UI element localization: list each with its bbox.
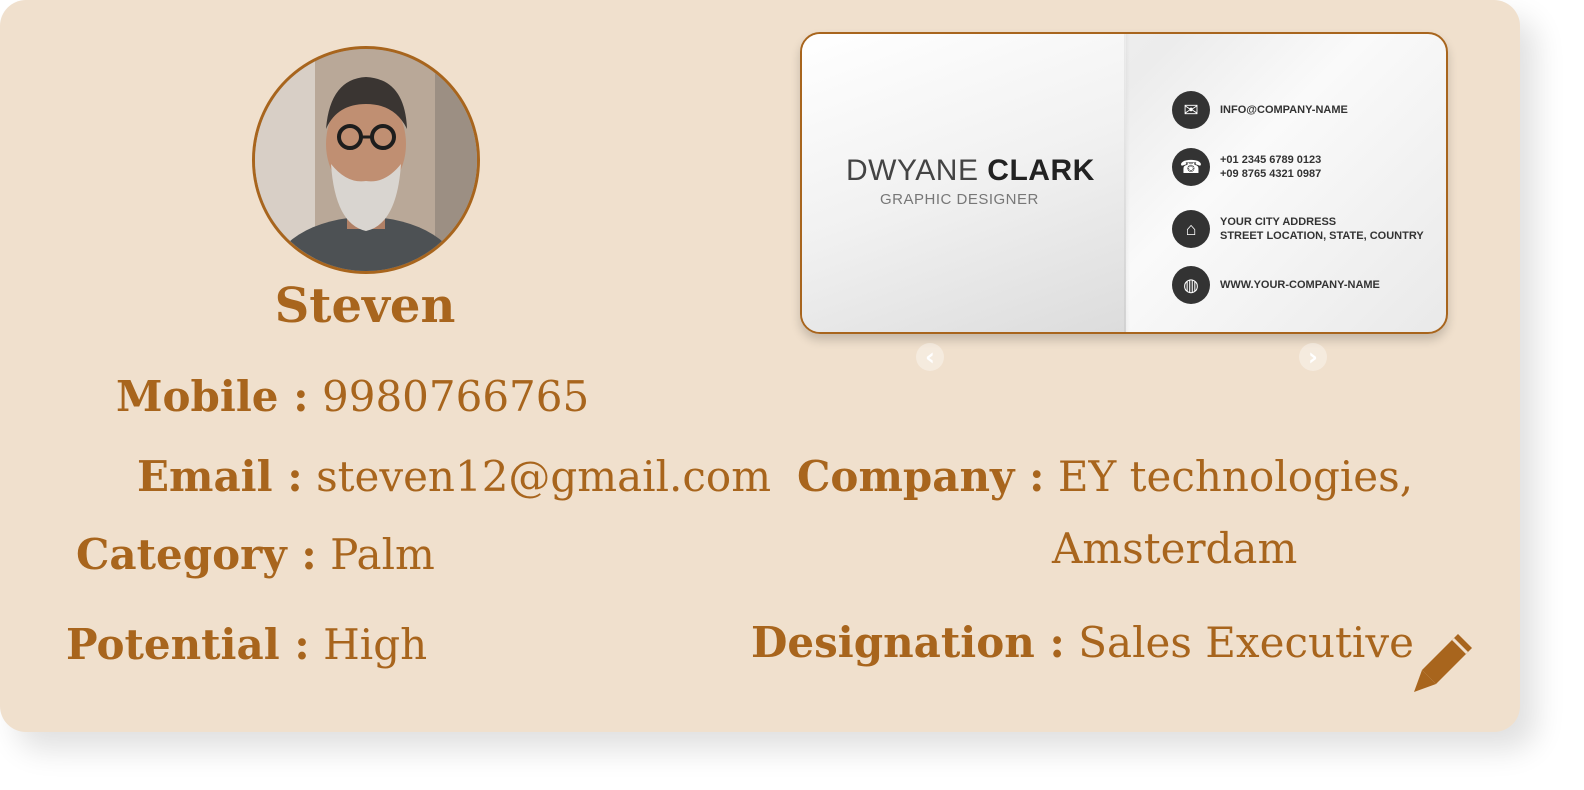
designation-label: Designation : <box>751 618 1065 667</box>
business-card-phone2: +09 8765 4321 0987 <box>1220 168 1322 180</box>
business-card-website: WWW.YOUR-COMPANY-NAME <box>1220 279 1380 291</box>
mobile-label: Mobile : <box>116 372 309 421</box>
pencil-icon <box>1414 634 1472 692</box>
business-card-first-name: DWYANE <box>846 154 979 187</box>
carousel-prev-button[interactable]: ‹ <box>916 343 944 371</box>
company-value-line2: Amsterdam <box>1052 524 1298 573</box>
business-card-image: DWYANE CLARK GRAPHIC DESIGNER ✉ INFO@COM… <box>800 32 1448 334</box>
mobile-value: 9980766765 <box>322 372 590 421</box>
business-card-address: YOUR CITY ADDRESS STREET LOCATION, STATE… <box>1220 215 1424 243</box>
carousel-next-button[interactable]: › <box>1299 343 1327 371</box>
company-value-line1: EY technologies, <box>1057 452 1414 501</box>
email-label: Email : <box>137 452 303 501</box>
business-card-divider <box>1124 34 1130 332</box>
phone-icon: ☎ <box>1172 148 1210 186</box>
business-card-email: INFO@COMPANY-NAME <box>1220 104 1348 116</box>
envelope-icon: ✉ <box>1172 91 1210 129</box>
business-card-address1: YOUR CITY ADDRESS <box>1220 216 1337 228</box>
globe-icon: ◍ <box>1172 266 1210 304</box>
category-field: Category : Palm <box>76 530 435 579</box>
home-icon: ⌂ <box>1172 210 1210 248</box>
chevron-right-icon: › <box>1308 343 1318 371</box>
business-card-last-name: CLARK <box>987 154 1095 187</box>
profile-avatar <box>252 46 480 274</box>
business-card-name: DWYANE CLARK <box>846 154 1095 188</box>
potential-field: Potential : High <box>66 620 427 669</box>
business-card-phone-row: ☎ +01 2345 6789 0123 +09 8765 4321 0987 <box>1172 148 1321 186</box>
mobile-field: Mobile : 9980766765 <box>116 372 589 421</box>
business-card-phones: +01 2345 6789 0123 +09 8765 4321 0987 <box>1220 153 1321 181</box>
email-field: Email : steven12@gmail.com <box>137 452 771 501</box>
potential-label: Potential : <box>66 620 310 669</box>
chevron-left-icon: ‹ <box>925 343 935 371</box>
business-card-phone1: +01 2345 6789 0123 <box>1220 154 1322 166</box>
potential-value: High <box>323 620 428 669</box>
business-card-website-row: ◍ WWW.YOUR-COMPANY-NAME <box>1172 266 1380 304</box>
business-card-title: GRAPHIC DESIGNER <box>880 191 1039 208</box>
company-label: Company : <box>797 452 1045 501</box>
contact-card: Steven Mobile : 9980766765 Email : steve… <box>0 0 1520 732</box>
email-value: steven12@gmail.com <box>316 452 772 501</box>
designation-field: Designation : Sales Executive <box>751 618 1414 667</box>
business-card-email-row: ✉ INFO@COMPANY-NAME <box>1172 91 1348 129</box>
business-card-address2: STREET LOCATION, STATE, COUNTRY <box>1220 230 1424 242</box>
contact-name: Steven <box>274 278 456 334</box>
category-value: Palm <box>330 530 435 579</box>
category-label: Category : <box>76 530 317 579</box>
company-field: Company : EY technologies, <box>797 452 1413 501</box>
business-card-address-row: ⌂ YOUR CITY ADDRESS STREET LOCATION, STA… <box>1172 210 1424 248</box>
edit-button[interactable] <box>1412 630 1476 694</box>
designation-value: Sales Executive <box>1078 618 1414 667</box>
